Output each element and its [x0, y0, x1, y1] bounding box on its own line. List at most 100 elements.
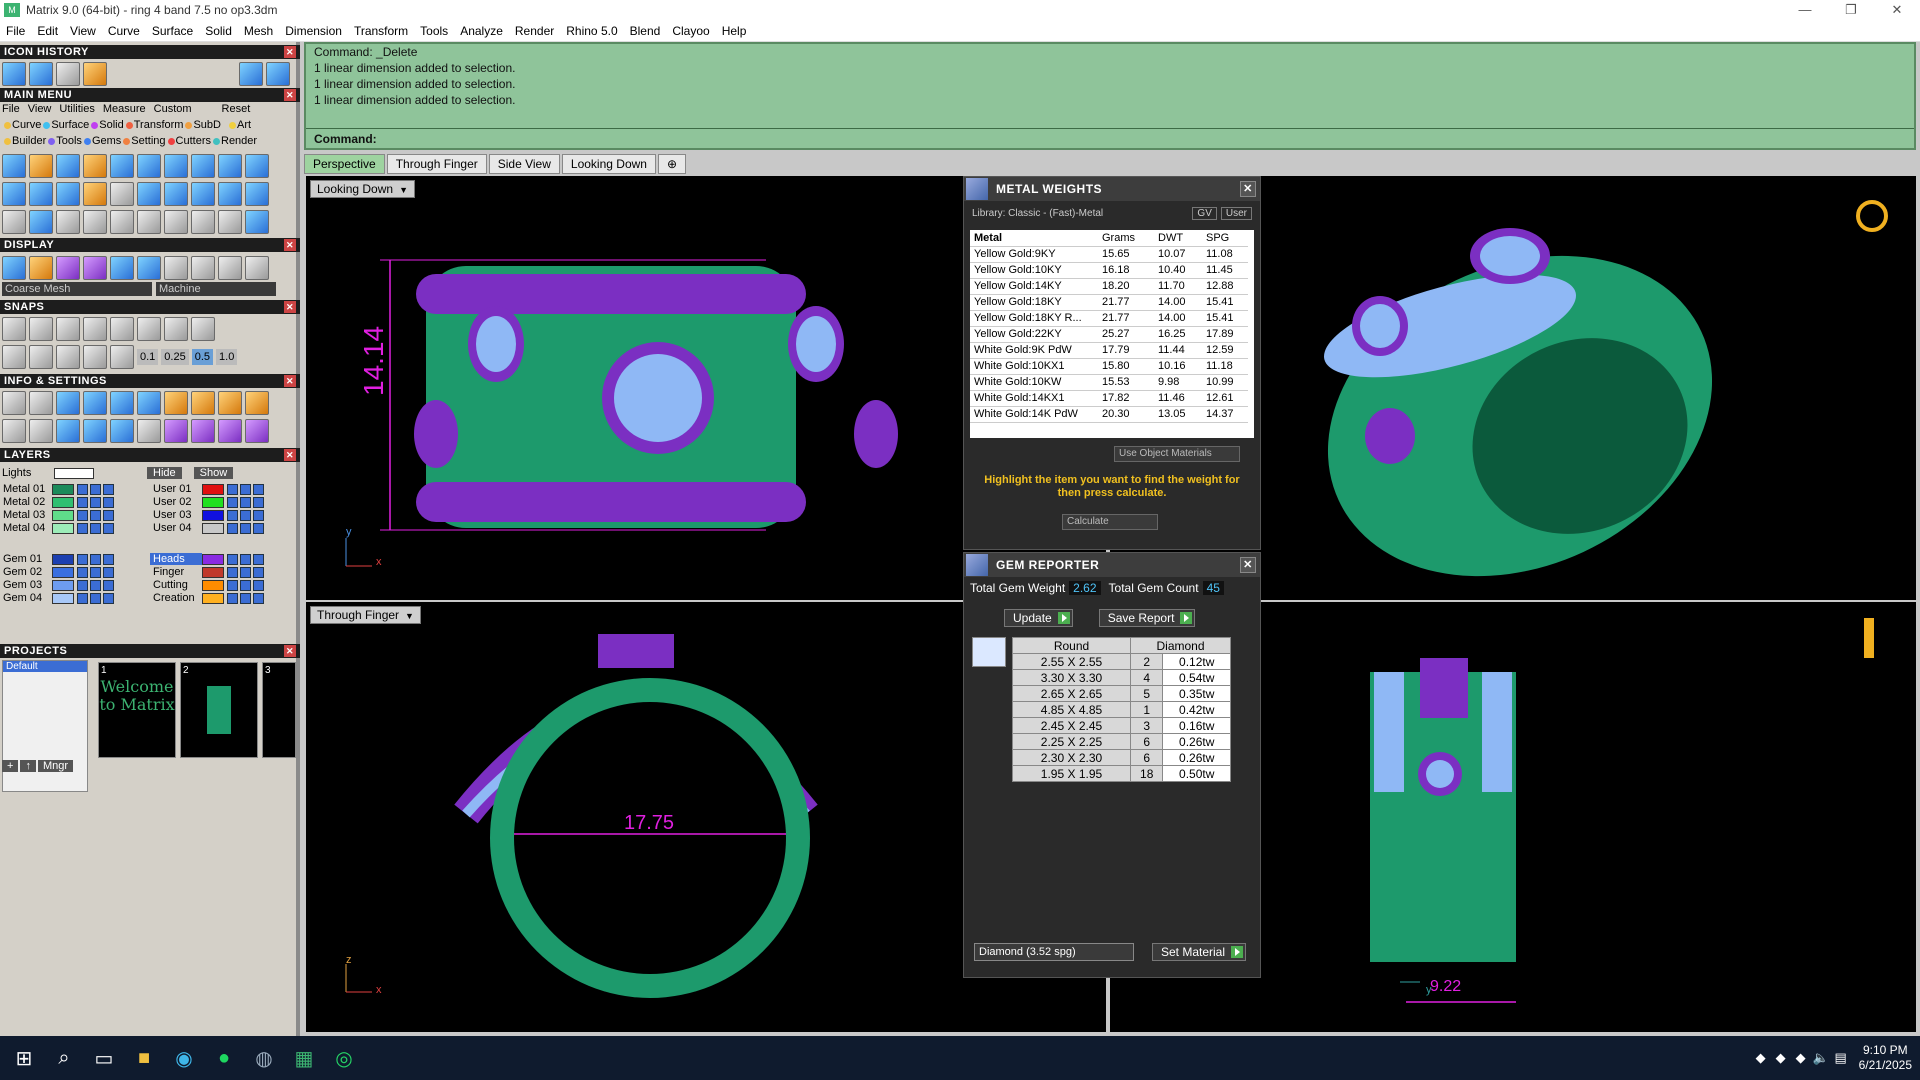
close-button[interactable]: ✕ — [1874, 0, 1920, 20]
network-icon[interactable]: ▤ — [1831, 1048, 1851, 1068]
tab-perspective[interactable]: Perspective — [304, 154, 385, 174]
layer-select-icon[interactable] — [103, 592, 114, 604]
clock[interactable]: 9:10 PM 6/21/2025 — [1859, 1043, 1912, 1073]
layer-lock-icon[interactable] — [240, 522, 251, 534]
cat-cutters[interactable]: Cutters — [176, 135, 211, 147]
layer-lock-icon[interactable] — [90, 553, 101, 565]
history-icon-2[interactable] — [29, 62, 53, 86]
snap-icon[interactable] — [2, 317, 26, 341]
info-icon[interactable] — [83, 419, 107, 443]
user-toggle[interactable]: User — [1220, 207, 1252, 220]
layer-color-swatch[interactable] — [202, 592, 224, 604]
table-row[interactable]: White Gold:10KW 15.53 9.98 10.99 — [970, 374, 1248, 391]
tool-icon[interactable] — [110, 154, 134, 178]
tool-icon[interactable] — [164, 182, 188, 206]
layer-lock-icon[interactable] — [240, 483, 251, 495]
cat-art[interactable]: Art — [237, 119, 251, 131]
close-icon[interactable]: ✕ — [284, 645, 296, 657]
layer-visibility-icon[interactable] — [77, 496, 88, 508]
windows-start-icon[interactable]: ⊞ — [4, 1038, 44, 1078]
layer-color-swatch[interactable] — [202, 483, 224, 495]
info-icon[interactable] — [191, 419, 215, 443]
layer-select-icon[interactable] — [253, 566, 264, 578]
table-row[interactable]: Yellow Gold:22KY 25.27 16.25 17.89 — [970, 326, 1248, 343]
tab-looking-down[interactable]: Looking Down — [561, 154, 656, 174]
layer-select-icon[interactable] — [253, 509, 264, 521]
tool-icon[interactable] — [191, 182, 215, 206]
project-thumb-3[interactable]: 3 — [262, 662, 296, 758]
close-icon[interactable]: ✕ — [284, 449, 296, 461]
col-dwt[interactable]: DWT — [1154, 230, 1202, 247]
layer-row[interactable]: Gem 04 — [0, 591, 116, 605]
info-icon[interactable] — [2, 419, 26, 443]
layer-lock-icon[interactable] — [240, 496, 251, 508]
layer-lock-icon[interactable] — [240, 579, 251, 591]
layer-visibility-icon[interactable] — [77, 509, 88, 521]
layer-color-swatch[interactable] — [52, 522, 74, 534]
layer-color-swatch[interactable] — [52, 496, 74, 508]
info-icon[interactable] — [110, 391, 134, 415]
info-icon[interactable] — [56, 419, 80, 443]
layer-visibility-icon[interactable] — [227, 522, 238, 534]
snap-icon[interactable] — [191, 317, 215, 341]
menu-edit[interactable]: Edit — [31, 24, 64, 38]
info-icon[interactable] — [164, 419, 188, 443]
snap-icon[interactable] — [2, 345, 26, 369]
layer-color-swatch[interactable] — [202, 579, 224, 591]
layer-row[interactable]: Metal 01 — [0, 482, 116, 496]
info-icon[interactable] — [83, 391, 107, 415]
add-project-button[interactable]: + — [2, 760, 19, 772]
layer-row[interactable]: Cutting — [150, 578, 266, 592]
forward-arrow-icon[interactable] — [266, 62, 290, 86]
edge-browser-icon[interactable]: ◉ — [164, 1038, 204, 1078]
history-icon-1[interactable] — [2, 62, 26, 86]
layer-lock-icon[interactable] — [240, 566, 251, 578]
tool-icon[interactable] — [245, 210, 269, 234]
tool-icon[interactable] — [191, 210, 215, 234]
tool-icon[interactable] — [218, 154, 242, 178]
history-icon-3[interactable] — [56, 62, 80, 86]
layer-lock-icon[interactable] — [90, 483, 101, 495]
tool-icon[interactable] — [137, 154, 161, 178]
table-row[interactable]: White Gold:9K PdW 17.79 11.44 12.59 — [970, 342, 1248, 359]
cat-tools[interactable]: Tools — [56, 135, 82, 147]
info-icon[interactable] — [245, 419, 269, 443]
steam-icon[interactable]: ◍ — [244, 1038, 284, 1078]
info-icon[interactable] — [191, 391, 215, 415]
info-icon[interactable] — [218, 391, 242, 415]
layer-select-icon[interactable] — [253, 592, 264, 604]
snap-icon[interactable] — [83, 317, 107, 341]
layer-select-icon[interactable] — [103, 509, 114, 521]
layer-lock-icon[interactable] — [240, 553, 251, 565]
calculate-button[interactable]: Calculate — [1062, 514, 1158, 530]
cat-render[interactable]: Render — [221, 135, 257, 147]
cat-solid[interactable]: Solid — [99, 119, 123, 131]
layer-select-icon[interactable] — [103, 496, 114, 508]
tool-icon[interactable] — [110, 182, 134, 206]
table-row[interactable]: Yellow Gold:18KY 21.77 14.00 15.41 — [970, 294, 1248, 311]
tool-icon[interactable] — [245, 154, 269, 178]
use-object-materials-select[interactable]: Use Object Materials — [1114, 446, 1240, 462]
snap-icon[interactable] — [56, 317, 80, 341]
tool-icon[interactable] — [2, 210, 26, 234]
cat-curve[interactable]: Curve — [12, 119, 41, 131]
shade-icon[interactable] — [164, 256, 188, 280]
layer-visibility-icon[interactable] — [227, 553, 238, 565]
tool-icon[interactable] — [191, 154, 215, 178]
info-icon[interactable] — [29, 391, 53, 415]
layer-color-swatch[interactable] — [202, 566, 224, 578]
tool-icon[interactable] — [137, 210, 161, 234]
close-icon[interactable]: ✕ — [1240, 557, 1256, 573]
shade-icon[interactable] — [218, 256, 242, 280]
close-icon[interactable]: ✕ — [284, 239, 296, 251]
info-icon[interactable] — [56, 391, 80, 415]
tool-icon[interactable] — [245, 182, 269, 206]
layer-color-swatch[interactable] — [52, 566, 74, 578]
show-button[interactable]: Show — [193, 467, 234, 479]
layer-select-icon[interactable] — [103, 566, 114, 578]
layer-lock-icon[interactable] — [90, 509, 101, 521]
gem-row[interactable]: 2.65 X 2.65 5 0.35tw — [1012, 685, 1231, 702]
mm-reset[interactable]: Reset — [222, 103, 251, 115]
tool-icon[interactable] — [83, 154, 107, 178]
col-spg[interactable]: SPG — [1202, 230, 1248, 247]
